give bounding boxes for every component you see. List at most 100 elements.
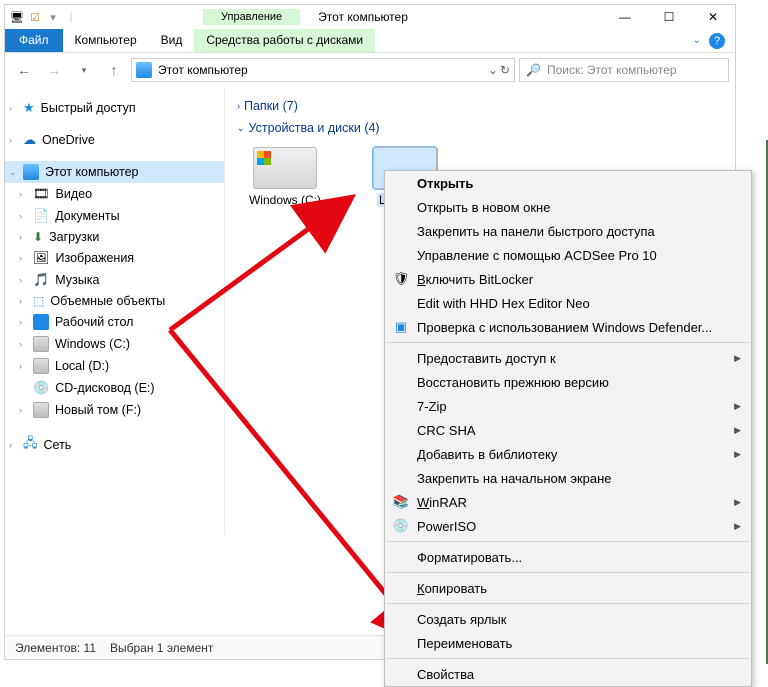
cm-pin-quick-access[interactable]: Закрепить на панели быстрого доступа (385, 219, 751, 243)
drive-icon (33, 402, 49, 418)
cm-restore-version[interactable]: Восстановить прежнюю версию (385, 370, 751, 394)
chevron-down-icon[interactable]: ⌄ (237, 123, 245, 134)
sidebar-item-label: Local (D:) (55, 359, 109, 373)
window-controls: — ☐ ✕ (603, 5, 735, 29)
cm-label: Форматировать... (417, 550, 522, 565)
search-icon: 🔍 (526, 63, 541, 77)
sidebar-item-label: Документы (55, 209, 119, 223)
address-text: Этот компьютер (158, 63, 248, 77)
cm-label: Переименовать (417, 636, 512, 651)
drive-icon (33, 336, 49, 352)
sidebar-item-label: Сеть (44, 438, 72, 452)
desktop-icon (33, 314, 49, 330)
cm-bitlocker[interactable]: 🛡 Включить BitLocker (385, 267, 751, 291)
chevron-right-icon[interactable]: › (9, 103, 12, 113)
sidebar-onedrive[interactable]: › ☁ OneDrive (5, 129, 224, 151)
sidebar-item-label: Новый том (F:) (55, 403, 141, 417)
download-icon (33, 230, 43, 244)
defender-icon: ▣ (393, 319, 409, 335)
cm-label: CRC SHA (417, 423, 476, 438)
sidebar-item-label: Загрузки (49, 230, 99, 244)
cm-separator (387, 603, 749, 604)
winrar-icon: 📚 (393, 494, 409, 510)
cm-defender[interactable]: ▣ Проверка с использованием Windows Defen… (385, 315, 751, 339)
sidebar-quick-access[interactable]: › ★ Быстрый доступ (5, 97, 224, 119)
sidebar-item-label: Этот компьютер (45, 165, 138, 179)
cm-label: 7-Zip (417, 399, 447, 414)
qat-overflow-icon[interactable]: ▾ (45, 9, 61, 25)
cm-label: Создать ярлык (417, 612, 506, 627)
document-icon (33, 208, 49, 224)
cm-acdsee[interactable]: Управление с помощью ACDSee Pro 10 (385, 243, 751, 267)
checkbox-icon[interactable]: ☑ (27, 9, 43, 25)
sidebar-item-label: Видео (56, 187, 93, 201)
cm-label: WinRAR (417, 495, 467, 510)
recent-dropdown-icon[interactable]: ▾ (71, 57, 97, 83)
help-icon[interactable]: ? (709, 33, 725, 49)
cm-copy[interactable]: Копировать (385, 576, 751, 600)
cm-add-library[interactable]: Добавить в библиотеку (385, 442, 751, 466)
cm-label: Включить BitLocker (417, 272, 533, 287)
sidebar-item-label: Объемные объекты (50, 294, 165, 308)
cm-winrar[interactable]: 📚 WinRAR (385, 490, 751, 514)
cm-create-shortcut[interactable]: Создать ярлык (385, 607, 751, 631)
ribbon-tab-view[interactable]: Вид (149, 29, 195, 52)
up-button[interactable]: ↑ (101, 57, 127, 83)
minimize-button[interactable]: — (603, 5, 647, 29)
close-button[interactable]: ✕ (691, 5, 735, 29)
shield-icon: 🛡 (393, 271, 409, 287)
address-dropdown[interactable]: ⌄ ↻ (488, 63, 510, 77)
group-folders[interactable]: › Папки (7) (237, 95, 723, 117)
sidebar-item-label: OneDrive (42, 133, 95, 147)
forward-button[interactable]: → (41, 57, 67, 83)
sidebar-this-pc[interactable]: ⌄ Этот компьютер (5, 161, 224, 183)
pc-icon: 🖥 (9, 9, 25, 25)
ribbon-expand-icon[interactable]: ⌄ (693, 35, 701, 46)
cm-separator (387, 541, 749, 542)
address-bar[interactable]: Этот компьютер ⌄ ↻ (131, 58, 515, 82)
cm-poweriso[interactable]: 💿PowerISO (385, 514, 751, 538)
cm-label: Восстановить прежнюю версию (417, 375, 609, 390)
quick-access-toolbar: 🖥 ☑ ▾ | (5, 9, 83, 25)
cm-label: Свойства (417, 667, 474, 682)
ribbon-file-tab[interactable]: Файл (5, 29, 63, 52)
cm-rename[interactable]: Переименовать (385, 631, 751, 655)
chevron-right-icon[interactable]: › (237, 101, 240, 111)
cm-format[interactable]: Форматировать... (385, 545, 751, 569)
pc-icon (23, 164, 39, 180)
drive-icon (253, 147, 317, 189)
cm-open-new-window[interactable]: Открыть в новом окне (385, 195, 751, 219)
cm-crc-sha[interactable]: CRC SHA (385, 418, 751, 442)
search-box[interactable]: 🔍 Поиск: Этот компьютер (519, 58, 729, 82)
cm-properties[interactable]: Свойства (385, 662, 751, 686)
chevron-down-icon[interactable]: ⌄ (9, 167, 17, 178)
cm-7zip[interactable]: 7-Zip (385, 394, 751, 418)
cm-share[interactable]: Предоставить доступ к (385, 346, 751, 370)
cm-open[interactable]: Открыть (385, 171, 751, 195)
cm-label: Открыть в новом окне (417, 200, 550, 215)
sidebar-item-label: Быстрый доступ (41, 101, 136, 115)
chevron-down-icon[interactable]: ⌄ (488, 63, 498, 77)
cm-label: Управление с помощью ACDSee Pro 10 (417, 248, 657, 263)
ribbon-context-title: Управление (203, 9, 300, 25)
cm-label: Проверка с использованием Windows Defend… (417, 320, 712, 335)
refresh-icon[interactable]: ↻ (500, 63, 510, 77)
divider-icon: | (63, 9, 79, 25)
titlebar: 🖥 ☑ ▾ | Управление Этот компьютер — ☐ ✕ (5, 5, 735, 29)
ribbon-tab-computer[interactable]: Компьютер (63, 29, 149, 52)
cd-icon (33, 380, 49, 396)
chevron-right-icon[interactable]: › (9, 135, 12, 145)
drive-icon (33, 358, 49, 374)
ribbon-tab-drive-tools[interactable]: Средства работы с дисками (194, 29, 375, 52)
network-icon (23, 434, 38, 456)
cm-hex-editor[interactable]: Edit with HHD Hex Editor Neo (385, 291, 751, 315)
group-label: Устройства и диски (4) (249, 121, 380, 135)
back-button[interactable]: ← (11, 57, 37, 83)
cm-separator (387, 342, 749, 343)
cm-pin-start[interactable]: Закрепить на начальном экране (385, 466, 751, 490)
status-count: Элементов: 11 (15, 641, 96, 655)
group-drives[interactable]: ⌄ Устройства и диски (4) (237, 117, 723, 139)
maximize-button[interactable]: ☐ (647, 5, 691, 29)
window-title: Этот компьютер (318, 10, 408, 24)
group-label: Папки (7) (244, 99, 298, 113)
